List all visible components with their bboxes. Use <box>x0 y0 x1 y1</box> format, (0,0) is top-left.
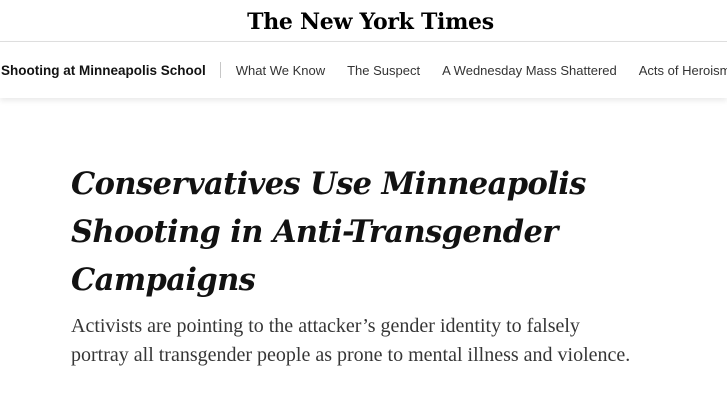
subnav-link-wednesday-mass[interactable]: A Wednesday Mass Shattered <box>442 63 617 78</box>
masthead: The New York Times <box>0 0 727 41</box>
subnav-link-what-we-know[interactable]: What We Know <box>236 63 325 78</box>
subnav-items: Shooting at Minneapolis School What We K… <box>1 42 727 98</box>
article-summary: Activists are pointing to the attacker’s… <box>71 315 631 366</box>
nyt-logo[interactable]: The New York Times <box>247 9 494 35</box>
story-subnav: Shooting at Minneapolis School What We K… <box>0 42 727 98</box>
subnav-link-the-suspect[interactable]: The Suspect <box>347 63 420 78</box>
article-header: Conservatives Use Minneapolis Shooting i… <box>71 160 631 370</box>
section-title-link[interactable]: Shooting at Minneapolis School <box>1 63 220 78</box>
subnav-divider <box>219 62 221 78</box>
subnav-link-acts-of-heroism[interactable]: Acts of Heroism <box>639 63 727 78</box>
article-headline: Conservatives Use Minneapolis Shooting i… <box>71 166 586 298</box>
